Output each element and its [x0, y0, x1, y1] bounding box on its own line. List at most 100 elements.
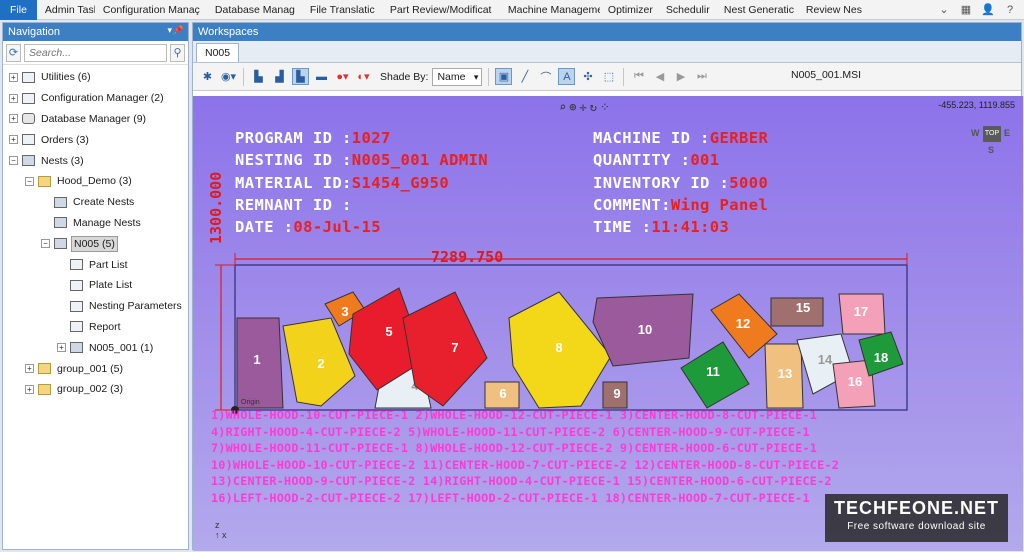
watermark-subtitle: Free software download site [847, 521, 986, 532]
part-number-label: 3 [341, 304, 348, 319]
legend-row: 7)WHOLE-HOOD-11-CUT-PIECE-1 8)WHOLE-HOOD… [211, 441, 818, 456]
tree-item-label: N005 (5) [71, 235, 118, 252]
tree-item-label: Configuration Manager (2) [41, 92, 164, 105]
tab-n005[interactable]: N005 [196, 43, 240, 62]
tree-item-label: Hood_Demo (3) [57, 175, 132, 188]
dropdown-icon[interactable]: ▾ [167, 25, 172, 36]
point-icon[interactable]: ✣ [579, 68, 596, 85]
box-select-icon[interactable]: ▣ [495, 68, 513, 85]
menubar: File Admin Tasl Configuration Manaç Databas… [0, 0, 1024, 20]
first-icon[interactable]: ⏮ [630, 68, 647, 85]
nest-sheet-icon [70, 342, 83, 354]
toolbar-divider [488, 67, 490, 86]
calendar-icon[interactable]: ▦ [958, 2, 974, 18]
menu-item-7[interactable]: Optimizer [600, 0, 658, 20]
part-number-label: 13 [778, 366, 792, 381]
tree-item[interactable]: + N005_001 (1) [3, 337, 188, 358]
tree-item[interactable]: Plate List [3, 275, 188, 296]
expand-toggle-icon[interactable]: − [41, 239, 50, 249]
tree-item[interactable]: Nesting Parameters [3, 296, 188, 317]
menu-item-9[interactable]: Nest Generatic [716, 0, 798, 20]
shade-by-label: Shade By: [380, 70, 429, 83]
help-icon[interactable]: ? [1002, 2, 1018, 18]
nest-icon [54, 238, 67, 250]
expand-toggle-icon[interactable]: − [9, 156, 18, 166]
database-icon [22, 113, 35, 125]
menu-item-10[interactable]: Review Nes [798, 0, 870, 20]
search-input[interactable] [24, 43, 167, 62]
search-row: ⟳ ⚲ [3, 41, 188, 65]
tree-item[interactable]: + Database Manager (9) [3, 109, 188, 130]
nest-canvas[interactable]: ⌕⊕✛↻⁘ -455.223, 1119.855 TOP W E S PROGR… [193, 96, 1023, 551]
view-dropdown-icon[interactable]: ◉▾ [220, 68, 237, 85]
part-number-label: 11 [706, 364, 720, 379]
tree-item[interactable]: + Utilities (6) [3, 67, 188, 88]
menu-item-3[interactable]: Database Manag [207, 0, 302, 20]
plate-width-dimension: 7289.750 [431, 248, 504, 266]
part-number-label: 18 [874, 350, 888, 365]
menu-item-4[interactable]: File Translatic [302, 0, 382, 20]
tree-item-label: Manage Nests [73, 216, 141, 229]
text-icon[interactable]: A [558, 68, 576, 85]
tree-item[interactable]: Manage Nests [3, 213, 188, 234]
fill-icon[interactable]: ▬ [313, 68, 330, 85]
align-corner-icon[interactable]: ▙ [292, 68, 309, 85]
color-icon[interactable]: ●▾ [334, 68, 351, 85]
tree-item[interactable]: + Orders (3) [3, 129, 188, 150]
tree-item-label: Plate List [89, 279, 133, 292]
tree-item[interactable]: Part List [3, 254, 188, 275]
next-icon[interactable]: ▶ [672, 68, 689, 85]
chevron-down-icon[interactable]: ⌄ [936, 2, 952, 18]
menu-item-1[interactable]: Admin Tasl [37, 0, 95, 20]
origin-label: Origin [241, 399, 260, 406]
tree-item[interactable]: − Hood_Demo (3) [3, 171, 188, 192]
arc-icon[interactable]: ⌒ [537, 68, 554, 85]
tree-item[interactable]: + group_001 (5) [3, 358, 188, 379]
tree-item[interactable]: − N005 (5) [3, 233, 188, 254]
expand-toggle-icon[interactable]: + [9, 93, 18, 103]
line-icon[interactable]: ╱ [516, 68, 533, 85]
expand-toggle-icon[interactable]: − [25, 176, 34, 186]
navigation-panel: Navigation ▾ 📌 ⟳ ⚲ + Utilities (6) + Config… [2, 22, 189, 550]
tree-item[interactable]: Create Nests [3, 192, 188, 213]
expand-toggle-icon[interactable]: + [9, 114, 18, 124]
refresh-icon[interactable]: ⟳ [6, 43, 21, 62]
menu-item-5[interactable]: Part Review/Modificat [382, 0, 500, 20]
part-number-label: 9 [613, 386, 620, 401]
tree-item-label: Create Nests [73, 196, 135, 209]
tree-item[interactable]: Report [3, 317, 188, 338]
settings-icon[interactable]: ✱ [199, 68, 216, 85]
expand-toggle-icon[interactable]: + [57, 343, 66, 353]
tree-item[interactable]: − Nests (3) [3, 150, 188, 171]
expand-toggle-icon[interactable]: + [25, 364, 34, 374]
expand-toggle-icon[interactable]: + [25, 384, 34, 394]
frame-icon[interactable]: ⬚ [600, 68, 617, 85]
last-icon[interactable]: ⏭ [693, 68, 710, 85]
menu-item-0[interactable]: File [0, 0, 37, 20]
search-icon[interactable]: ⚲ [170, 43, 185, 62]
expand-toggle-icon[interactable]: + [9, 72, 18, 82]
user-icon[interactable]: 👤 [980, 2, 996, 18]
config-icon [22, 92, 35, 104]
align-bottom-icon[interactable]: ▟ [271, 68, 288, 85]
watermark: TECHFEONE.NET Free software download sit… [825, 494, 1008, 542]
align-left-icon[interactable]: ▙ [250, 68, 267, 85]
tree-item[interactable]: + Configuration Manager (2) [3, 88, 188, 109]
expand-toggle-icon[interactable]: + [9, 135, 18, 145]
pin-icon[interactable]: 📌 [173, 25, 184, 36]
legend-row: 1)WHOLE-HOOD-10-CUT-PIECE-1 2)WHOLE-HOOD… [211, 408, 818, 422]
report-icon [70, 321, 83, 333]
menu-item-8[interactable]: Schedulir [658, 0, 716, 20]
shade-icon[interactable]: ◐▾ [355, 68, 372, 85]
prev-icon[interactable]: ◀ [651, 68, 668, 85]
orders-icon [22, 134, 35, 146]
navigation-title: Navigation [3, 23, 188, 41]
file-name: N005_001.MSI [791, 69, 862, 81]
tree-item[interactable]: + group_002 (3) [3, 379, 188, 400]
watermark-title: TECHFEONE.NET [833, 498, 999, 518]
menu-item-6[interactable]: Machine Manageme [500, 0, 600, 20]
shade-by-select[interactable]: Name [432, 67, 483, 86]
menu-item-2[interactable]: Configuration Manaç [95, 0, 207, 20]
part-number-label: 6 [499, 386, 506, 401]
